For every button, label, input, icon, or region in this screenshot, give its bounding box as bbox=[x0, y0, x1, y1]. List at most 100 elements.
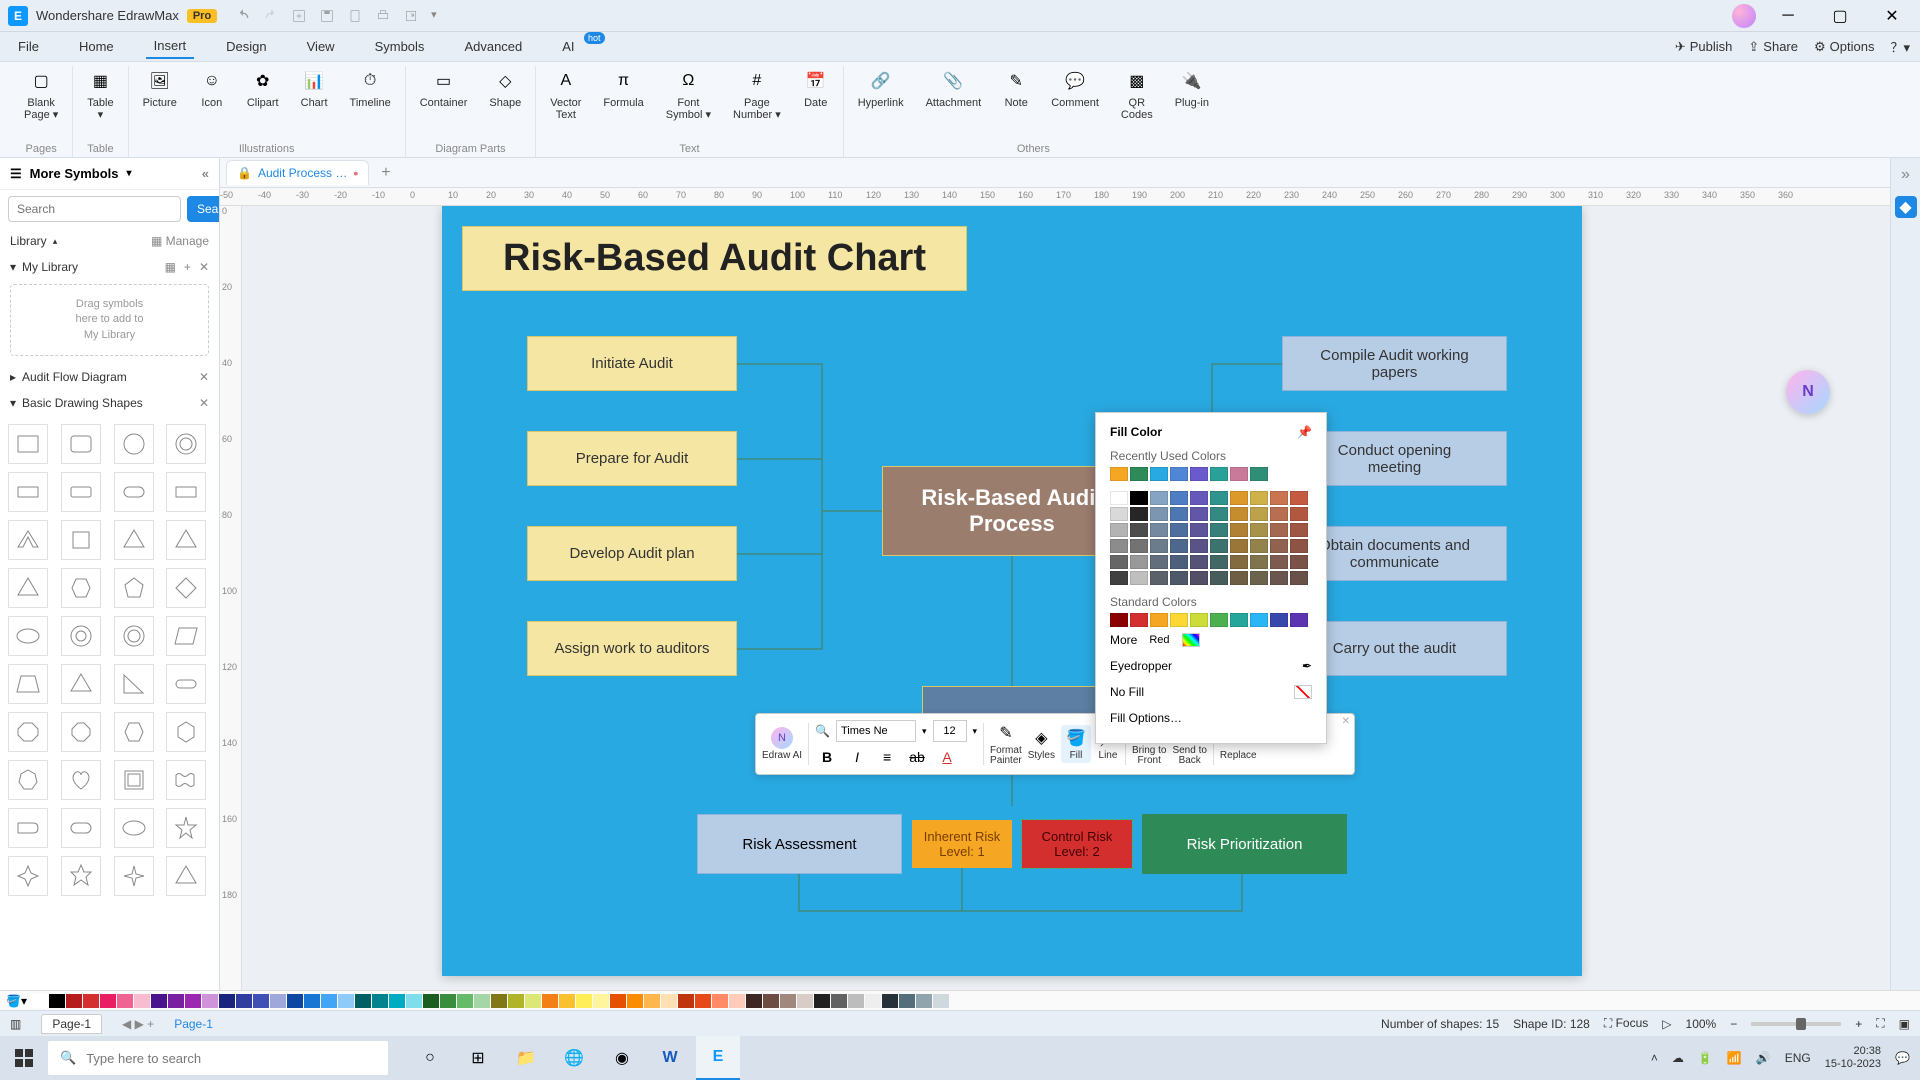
shape-swatch[interactable] bbox=[61, 760, 101, 800]
theme-color-swatch[interactable] bbox=[1230, 523, 1248, 537]
theme-color-swatch[interactable] bbox=[1230, 571, 1248, 585]
colorbar-swatch[interactable] bbox=[32, 994, 48, 1008]
ribbon-blank-page[interactable]: ▢Blank Page ▾ bbox=[20, 66, 62, 123]
chart-title[interactable]: Risk-Based Audit Chart bbox=[462, 226, 967, 291]
theme-color-swatch[interactable] bbox=[1110, 571, 1128, 585]
theme-color-swatch[interactable] bbox=[1150, 539, 1168, 553]
shape-swatch[interactable] bbox=[114, 712, 154, 752]
shape-swatch[interactable] bbox=[8, 760, 48, 800]
eyedropper-option[interactable]: Eyedropper✒ bbox=[1110, 653, 1312, 679]
theme-color-swatch[interactable] bbox=[1110, 539, 1128, 553]
node-inherent-risk[interactable]: Inherent Risk Level: 1 bbox=[912, 820, 1012, 868]
wifi-icon[interactable]: 📶 bbox=[1727, 1051, 1742, 1065]
recent-color-swatch[interactable] bbox=[1190, 467, 1208, 481]
colorbar-swatch[interactable] bbox=[457, 994, 473, 1008]
font-color-button[interactable]: A bbox=[935, 746, 959, 768]
ribbon-comment[interactable]: 💬Comment bbox=[1047, 66, 1103, 123]
styles-button[interactable]: ◈Styles bbox=[1028, 727, 1055, 761]
theme-color-swatch[interactable] bbox=[1230, 507, 1248, 521]
node-compile-papers[interactable]: Compile Audit working papers bbox=[1282, 336, 1507, 391]
theme-color-swatch[interactable] bbox=[1190, 507, 1208, 521]
page-tab[interactable]: Page-1 bbox=[41, 1014, 102, 1034]
colorbar-swatch[interactable] bbox=[933, 994, 949, 1008]
colorbar-swatch[interactable] bbox=[916, 994, 932, 1008]
colorbar-swatch[interactable] bbox=[49, 994, 65, 1008]
colorbar-swatch[interactable] bbox=[253, 994, 269, 1008]
colorbar-swatch[interactable] bbox=[202, 994, 218, 1008]
ribbon-clipart[interactable]: ✿Clipart bbox=[243, 66, 283, 111]
page-nav[interactable]: ◀ ▶ + bbox=[122, 1017, 154, 1031]
onedrive-icon[interactable]: ☁ bbox=[1672, 1051, 1684, 1065]
theme-color-swatch[interactable] bbox=[1110, 507, 1128, 521]
edraw-ai-button[interactable]: N Edraw AI bbox=[762, 727, 802, 761]
close-section-icon[interactable]: ✕ bbox=[199, 396, 209, 410]
theme-color-swatch[interactable] bbox=[1250, 507, 1268, 521]
ribbon-vector-text[interactable]: AVector Text bbox=[546, 66, 585, 123]
menu-home[interactable]: Home bbox=[71, 35, 122, 58]
colorbar-swatch[interactable] bbox=[185, 994, 201, 1008]
addpage-icon[interactable] bbox=[291, 8, 307, 24]
colorbar-swatch[interactable] bbox=[559, 994, 575, 1008]
recent-color-swatch[interactable] bbox=[1210, 467, 1228, 481]
ribbon-hyperlink[interactable]: 🔗Hyperlink bbox=[854, 66, 908, 123]
theme-color-swatch[interactable] bbox=[1250, 555, 1268, 569]
shape-swatch[interactable] bbox=[61, 664, 101, 704]
colorbar-swatch[interactable] bbox=[491, 994, 507, 1008]
bold-button[interactable]: B bbox=[815, 746, 839, 768]
shape-swatch[interactable] bbox=[166, 424, 206, 464]
colorbar-swatch[interactable] bbox=[236, 994, 252, 1008]
colorbar-swatch[interactable] bbox=[882, 994, 898, 1008]
colorbar-swatch[interactable] bbox=[865, 994, 881, 1008]
minimize-button[interactable]: ─ bbox=[1768, 2, 1808, 30]
shape-swatch[interactable] bbox=[114, 760, 154, 800]
ribbon-date[interactable]: 📅Date bbox=[799, 66, 833, 123]
shape-swatch[interactable] bbox=[166, 568, 206, 608]
share-button[interactable]: ⇪ Share bbox=[1748, 39, 1798, 55]
theme-color-swatch[interactable] bbox=[1290, 539, 1308, 553]
publish-button[interactable]: ✈ Publish bbox=[1675, 39, 1733, 55]
fullscreen-icon[interactable]: ▣ bbox=[1899, 1017, 1910, 1031]
colorbar-swatch[interactable] bbox=[712, 994, 728, 1008]
shape-swatch[interactable] bbox=[8, 520, 48, 560]
redo-icon[interactable] bbox=[263, 8, 279, 24]
theme-color-swatch[interactable] bbox=[1270, 539, 1288, 553]
symbol-search-input[interactable] bbox=[8, 196, 181, 222]
page-surface[interactable]: Risk-Based Audit Chart Initiate Audit Pr… bbox=[442, 206, 1582, 976]
standard-color-swatch[interactable] bbox=[1210, 613, 1228, 627]
pin-icon[interactable]: 📌 bbox=[1297, 425, 1312, 439]
paste-icon[interactable] bbox=[347, 8, 363, 24]
colorbar-swatch[interactable] bbox=[593, 994, 609, 1008]
theme-color-swatch[interactable] bbox=[1210, 539, 1228, 553]
shape-swatch[interactable] bbox=[166, 760, 206, 800]
colorbar-swatch[interactable] bbox=[899, 994, 915, 1008]
colorbar-swatch[interactable] bbox=[763, 994, 779, 1008]
colorbar-swatch[interactable] bbox=[117, 994, 133, 1008]
theme-color-swatch[interactable] bbox=[1150, 555, 1168, 569]
align-button[interactable]: ≡ bbox=[875, 746, 899, 768]
fill-options-link[interactable]: Fill Options… bbox=[1110, 705, 1312, 731]
rail-theme-icon[interactable]: ◆ bbox=[1895, 196, 1917, 218]
shape-swatch[interactable] bbox=[166, 808, 206, 848]
theme-color-swatch[interactable] bbox=[1190, 571, 1208, 585]
theme-color-swatch[interactable] bbox=[1290, 571, 1308, 585]
theme-color-swatch[interactable] bbox=[1130, 555, 1148, 569]
strike-button[interactable]: ab bbox=[905, 746, 929, 768]
theme-color-swatch[interactable] bbox=[1130, 523, 1148, 537]
save-icon[interactable] bbox=[319, 8, 335, 24]
node-control-risk-selected[interactable]: Control Risk Level: 2 bbox=[1022, 820, 1132, 868]
tray-chevron-icon[interactable]: ˄ bbox=[1651, 1051, 1658, 1065]
manage-link[interactable]: ▦ Manage bbox=[151, 234, 209, 248]
options-button[interactable]: ⚙ Options bbox=[1814, 39, 1874, 55]
theme-color-swatch[interactable] bbox=[1190, 523, 1208, 537]
format-painter-button[interactable]: ✎Format Painter bbox=[990, 722, 1022, 766]
close-toolbar-icon[interactable]: ✕ bbox=[1342, 716, 1350, 727]
ribbon-qr-codes[interactable]: ▩QR Codes bbox=[1117, 66, 1157, 123]
standard-color-swatch[interactable] bbox=[1130, 613, 1148, 627]
ribbon-shape[interactable]: ◇Shape bbox=[485, 66, 525, 111]
shape-swatch[interactable] bbox=[61, 856, 101, 896]
canvas[interactable]: Risk-Based Audit Chart Initiate Audit Pr… bbox=[242, 206, 1890, 990]
colorbar-swatch[interactable] bbox=[100, 994, 116, 1008]
theme-color-swatch[interactable] bbox=[1110, 523, 1128, 537]
no-fill-option[interactable]: No Fill bbox=[1110, 679, 1312, 705]
shape-swatch[interactable] bbox=[61, 520, 101, 560]
